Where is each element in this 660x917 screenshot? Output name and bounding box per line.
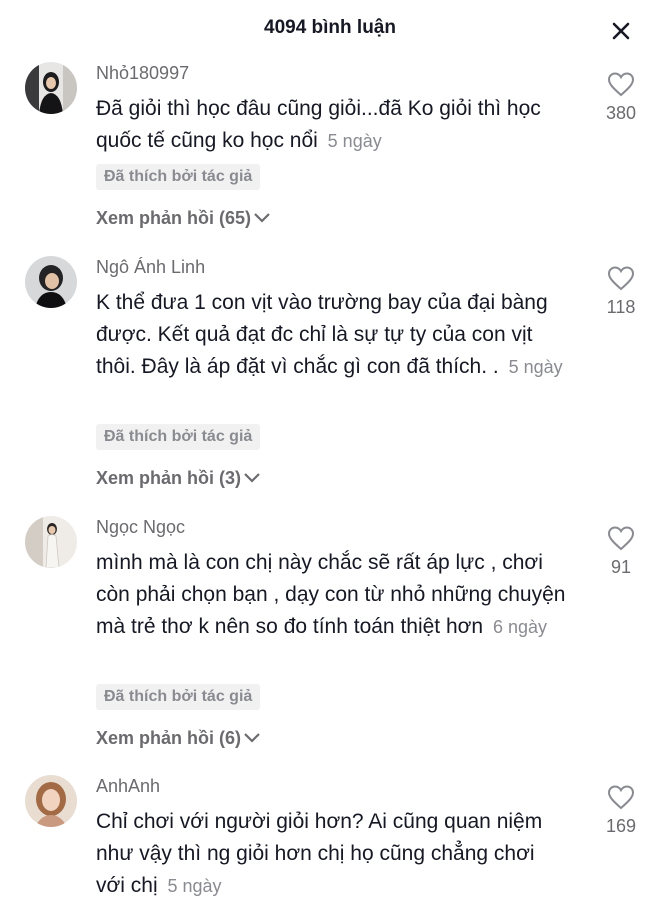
chevron-down-icon [244, 732, 260, 743]
comment-body: Chỉ chơi với người giỏi hơn? Ai cũng qua… [96, 810, 543, 897]
chevron-down-icon [254, 212, 270, 223]
view-replies-button[interactable]: Xem phản hồi (3) [96, 467, 261, 489]
chevron-down-icon [244, 472, 260, 483]
like-control: 380 [596, 72, 646, 124]
comment-date: 5 ngày [167, 876, 222, 896]
view-replies-button[interactable]: Xem phản hồi (65) [96, 207, 271, 229]
view-replies-label: Xem phản hồi (6) [96, 728, 242, 748]
avatar[interactable] [25, 516, 77, 568]
liked-by-author-badge: Đã thích bởi tác giả [96, 684, 261, 710]
comments-count-title: 4094 bình luận [264, 17, 396, 38]
comments-header: 4094 bình luận [0, 0, 660, 60]
like-control: 91 [596, 526, 646, 578]
comment-body: Đã giỏi thì học đâu cũng giỏi...đã Ko gi… [96, 97, 541, 152]
avatar[interactable] [25, 62, 77, 114]
avatar[interactable] [25, 256, 77, 308]
comment-text: Chỉ chơi với người giỏi hơn? Ai cũng qua… [96, 806, 566, 902]
like-count: 380 [605, 103, 637, 123]
comment-username[interactable]: Ngô Ánh Linh [96, 256, 205, 278]
like-count: 91 [610, 557, 632, 577]
like-count: 118 [606, 297, 636, 317]
heart-icon[interactable] [607, 526, 635, 551]
heart-icon[interactable] [607, 266, 635, 291]
liked-by-author-badge: Đã thích bởi tác giả [96, 424, 261, 450]
close-icon[interactable] [604, 14, 638, 48]
view-replies-label: Xem phản hồi (3) [96, 468, 242, 488]
avatar[interactable] [25, 775, 77, 827]
heart-icon[interactable] [607, 785, 635, 810]
view-replies-button[interactable]: Xem phản hồi (6) [96, 727, 261, 749]
comment-date: 6 ngày [492, 617, 547, 637]
comment-username[interactable]: AnhAnh [96, 775, 160, 797]
comment-body: K thể đưa 1 con vịt vào trường bay của đ… [96, 291, 548, 378]
view-replies-label: Xem phản hồi (65) [96, 208, 252, 228]
comment-text: K thể đưa 1 con vịt vào trường bay của đ… [96, 287, 566, 383]
comment-date: 5 ngày [327, 131, 382, 151]
comment-date: 5 ngày [508, 357, 563, 377]
comment-text: mình mà là con chị này chắc sẽ rất áp lự… [96, 547, 566, 643]
heart-icon[interactable] [607, 72, 635, 97]
liked-by-author-badge: Đã thích bởi tác giả [96, 164, 261, 190]
comment-text: Đã giỏi thì học đâu cũng giỏi...đã Ko gi… [96, 93, 566, 157]
comment-username[interactable]: Ngọc Ngọc [96, 516, 185, 538]
like-control: 169 [596, 785, 646, 837]
comment-username[interactable]: Nhỏ180997 [96, 62, 189, 84]
like-control: 118 [596, 266, 646, 318]
like-count: 169 [605, 816, 637, 836]
